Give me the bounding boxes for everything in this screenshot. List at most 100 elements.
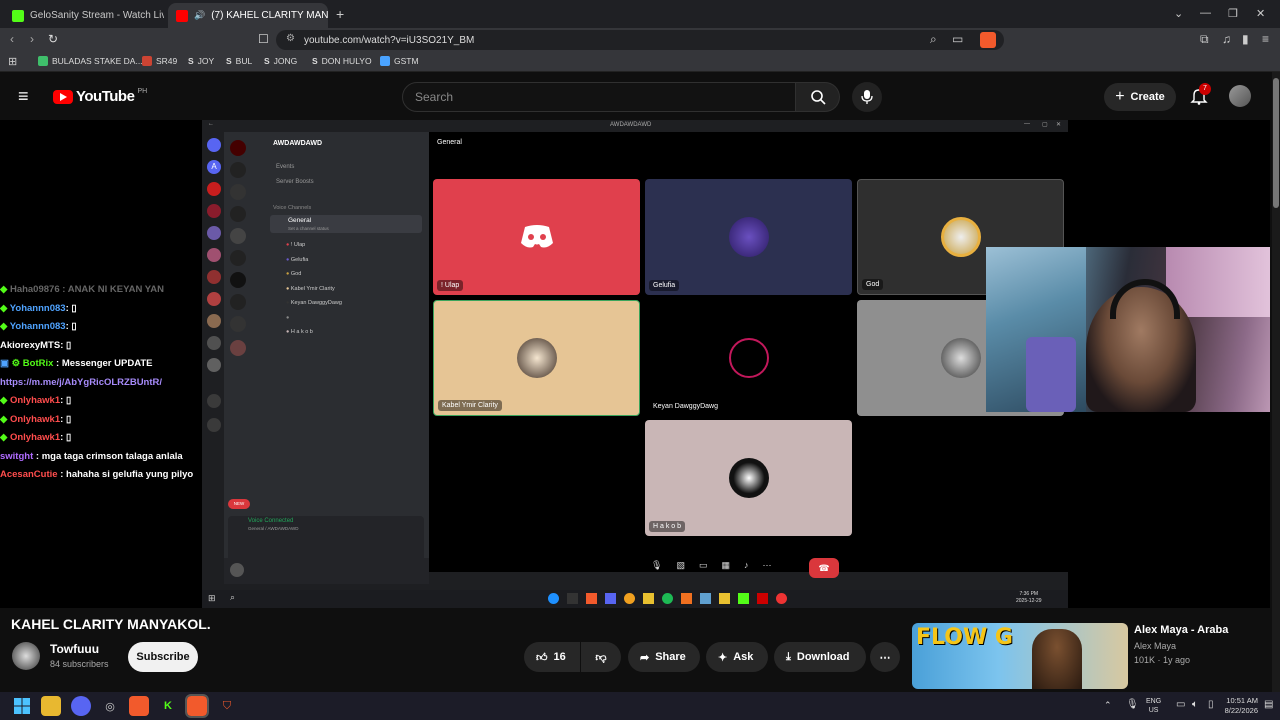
channel-name[interactable]: Towfuuu: [50, 642, 99, 656]
chat-message: switght : mga taga crimson talaga anlala: [0, 450, 183, 462]
bookmark-item[interactable]: BULADAS STAKE DA...: [38, 56, 143, 66]
discord-icon[interactable]: [71, 696, 91, 716]
channel-status: Set a channel status: [288, 226, 329, 231]
share-icon: ➦: [640, 651, 650, 664]
network-icon[interactable]: ▭: [1176, 699, 1185, 710]
subscribe-button[interactable]: Subscribe: [128, 642, 198, 672]
kick-icon[interactable]: K: [158, 696, 178, 716]
download-icon: ⤓: [786, 650, 791, 663]
notifications-button[interactable]: 7: [1190, 83, 1211, 110]
bookmark-item[interactable]: S BUL: [226, 56, 252, 66]
file-explorer-icon[interactable]: [41, 696, 61, 716]
hamburger-menu-icon[interactable]: ≡: [18, 86, 29, 107]
recommendation-title[interactable]: Alex Maya - Araba: [1134, 624, 1228, 636]
apps-icon[interactable]: ⊞: [8, 55, 17, 68]
obs-icon[interactable]: ◎: [100, 696, 120, 716]
tab-youtube[interactable]: 🔊 (7) KAHEL CLARITY MANYAKOL ✕: [168, 3, 328, 28]
like-button[interactable]: 👍︎ 16: [524, 642, 580, 672]
tab-search-icon[interactable]: ⌄: [1174, 7, 1183, 20]
brave-shield-icon[interactable]: [980, 32, 996, 48]
tab-gelosanity[interactable]: GeloSanity Stream - Watch Live on K: [4, 3, 164, 28]
zoom-icon[interactable]: ⌕: [930, 32, 937, 47]
video-player[interactable]: ◆ Haha09876 : ANAK NI KEYAN YAN ◆ Yohann…: [0, 120, 1270, 608]
server-name: AWDAWDAWD: [273, 140, 322, 147]
participant-tile: Kabel Ymir Clarity: [433, 300, 640, 416]
bookmark-item[interactable]: S JONG: [264, 56, 297, 66]
server-icon: A: [207, 160, 221, 174]
avatar[interactable]: [1229, 85, 1251, 107]
more-icon: ⋯: [762, 560, 772, 570]
server-icon: [207, 314, 221, 328]
notification-center-icon[interactable]: ▤: [1264, 699, 1273, 710]
channel-general: General Set a channel status: [270, 215, 422, 233]
explore-icon: [207, 418, 221, 432]
bookmark-item[interactable]: GSTM: [380, 56, 419, 66]
system-clock[interactable]: 10:51 AM 8/22/2026: [1212, 696, 1258, 716]
channel-panel: AWDAWDAWD Events Server Boosts Voice Cha…: [224, 132, 429, 584]
notification-badge: 7: [1199, 83, 1211, 95]
participant-label: H a k o b: [649, 521, 686, 532]
cast-icon[interactable]: ▭: [952, 32, 963, 46]
sidebar-icon[interactable]: ▮: [1242, 32, 1249, 46]
download-button[interactable]: ⤓ Download: [774, 642, 866, 672]
shield-icon[interactable]: ⛉: [217, 696, 237, 716]
scrollbar-thumb[interactable]: [1273, 78, 1279, 208]
back-icon: ←: [208, 121, 214, 127]
brave-active-icon[interactable]: [185, 694, 209, 718]
bookmark-icon: [142, 56, 152, 66]
bookmark-item[interactable]: SR49: [142, 56, 177, 66]
bookmark-icon: [380, 56, 390, 66]
url-field[interactable]: ⚙ youtube.com/watch?v=iU3SO21Y_BM: [276, 30, 1004, 50]
microphone-icon[interactable]: 🎙: [1126, 699, 1139, 710]
minimize-button[interactable]: —: [1200, 7, 1211, 19]
create-button[interactable]: + Create: [1104, 83, 1176, 111]
recommendation-meta: 101K · 1y ago: [1134, 655, 1191, 665]
share-button[interactable]: ➦ Share: [628, 642, 700, 672]
search-button[interactable]: [796, 82, 840, 112]
maximize-button[interactable]: ❐: [1228, 7, 1238, 20]
youtube-logo-text: YouTube: [76, 88, 135, 105]
reload-icon[interactable]: ↻: [48, 32, 58, 46]
participant-tile: Gelufia: [645, 179, 852, 295]
search-input[interactable]: Search: [402, 82, 796, 112]
site-info-icon[interactable]: ⚙: [286, 33, 295, 44]
windows-start-icon[interactable]: [12, 696, 32, 716]
ask-button[interactable]: ✦ Ask: [706, 642, 768, 672]
clock-date: 8/22/2026: [1224, 706, 1258, 715]
server-rail-secondary: [228, 140, 248, 380]
speaker-icon: 🔊: [194, 10, 206, 20]
chevron-up-icon[interactable]: ⌃: [1104, 700, 1112, 711]
forward-icon[interactable]: ›: [30, 32, 34, 46]
close-window-button[interactable]: ✕: [1256, 7, 1265, 20]
server-icon: [207, 270, 221, 284]
youtube-logo[interactable]: YouTube PH: [53, 88, 147, 105]
stake-icon: S: [226, 56, 232, 66]
member-name: Kabel Ymir Clarity: [290, 285, 335, 292]
server-icon: [207, 248, 221, 262]
member-name: ! Ulap: [290, 242, 306, 248]
voice-search-button[interactable]: [852, 82, 882, 112]
channel-avatar[interactable]: [12, 642, 40, 670]
voice-category: Voice Channels: [273, 205, 312, 211]
language-indicator[interactable]: ENG US: [1146, 697, 1161, 715]
bookmark-icon[interactable]: ☐: [258, 32, 269, 46]
extensions-icon[interactable]: ⧉: [1200, 32, 1209, 47]
server-icon: [207, 204, 221, 218]
brave-icon[interactable]: [129, 696, 149, 716]
like-count: 16: [553, 651, 566, 663]
more-actions-button[interactable]: ⋯: [870, 642, 900, 672]
menu-icon[interactable]: ≡: [1262, 32, 1269, 46]
gaming-chair: [1026, 337, 1076, 412]
back-icon[interactable]: ‹: [10, 32, 14, 46]
chat-message: ◆ Onlyhawk1: ▯: [0, 395, 72, 406]
volume-icon[interactable]: 🔈︎: [1192, 699, 1198, 710]
bookmark-item[interactable]: S DON HULYO: [312, 56, 372, 66]
media-icon[interactable]: ♫: [1222, 32, 1231, 46]
participant-avatar: [728, 338, 769, 378]
bookmark-label: JONG: [273, 56, 298, 66]
kick-icon: [12, 9, 24, 22]
bookmark-item[interactable]: S JOY: [188, 56, 214, 66]
dislike-button[interactable]: 👎︎: [581, 642, 621, 672]
recommendation-thumbnail[interactable]: FLOW G: [912, 623, 1128, 689]
new-tab-button[interactable]: +: [336, 6, 344, 22]
